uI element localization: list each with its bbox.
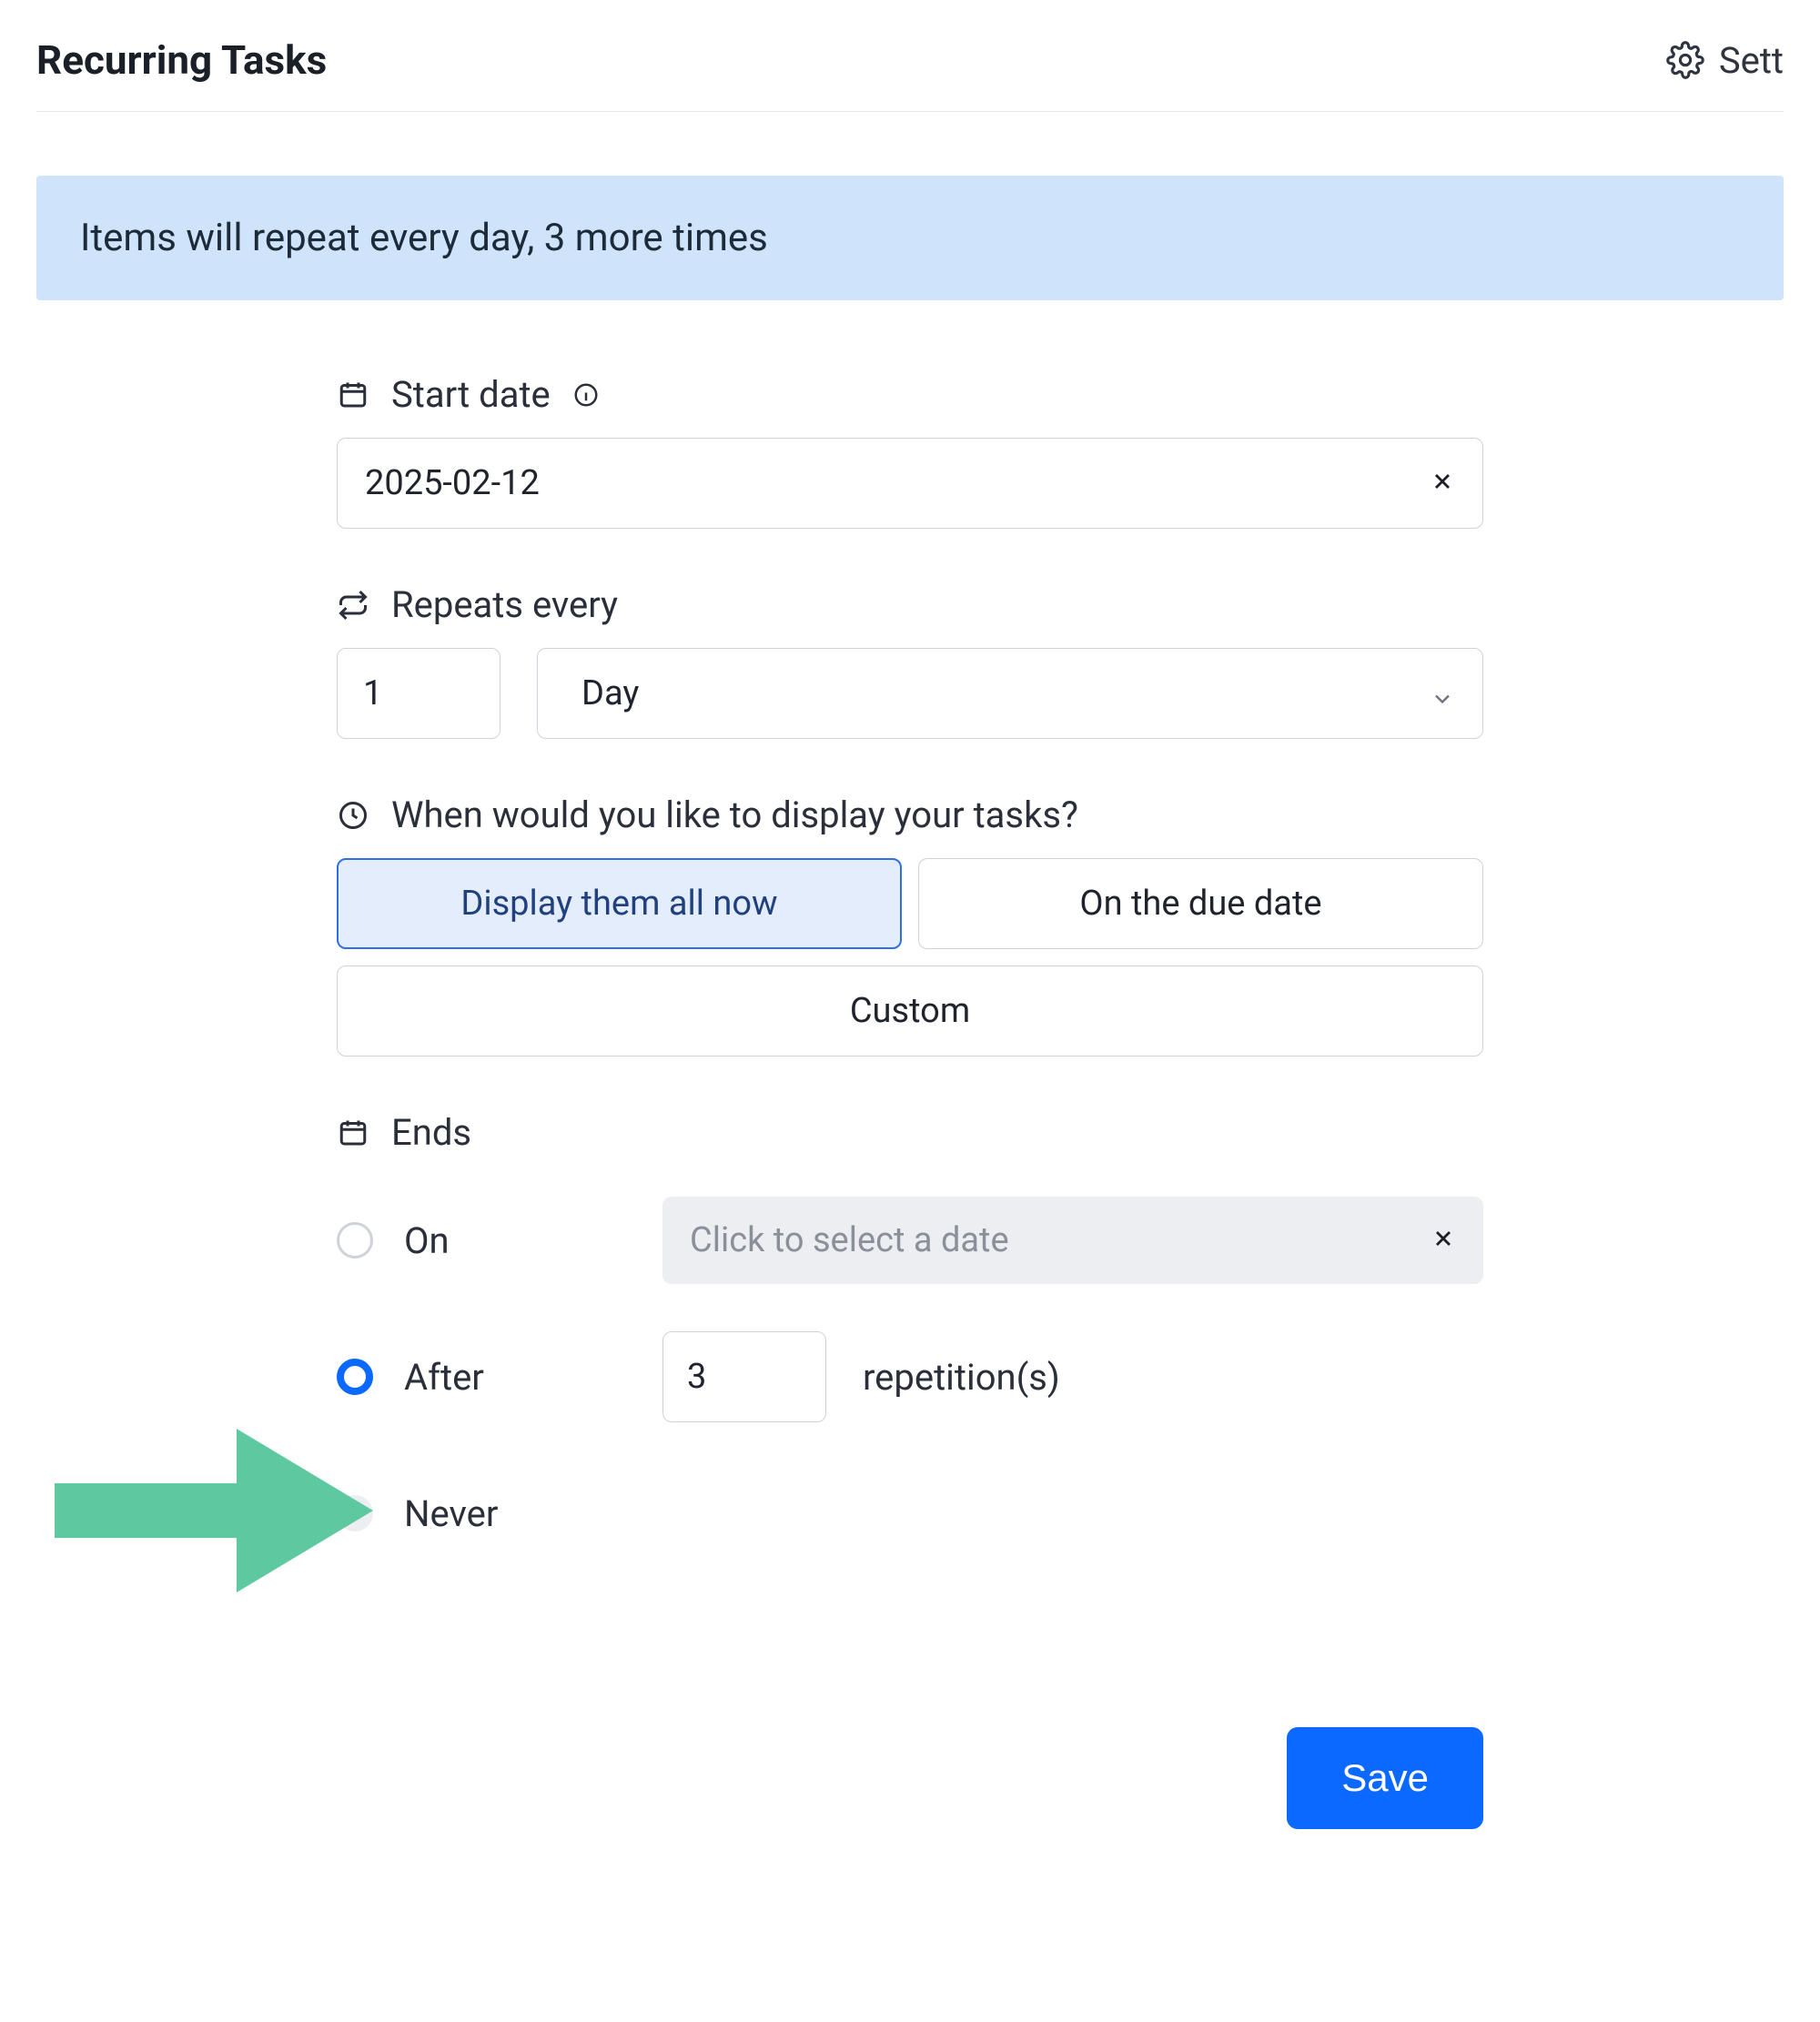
repeat-icon xyxy=(337,589,369,622)
start-date-label: Start date xyxy=(391,373,551,416)
ends-after-label: After xyxy=(404,1356,641,1399)
calendar-icon xyxy=(337,379,369,411)
display-label-row: When would you like to display your task… xyxy=(337,794,1483,836)
summary-banner: Items will repeat every day, 3 more time… xyxy=(36,176,1784,300)
display-option-due-date[interactable]: On the due date xyxy=(918,858,1483,949)
annotation-arrow xyxy=(55,1410,382,1614)
display-option-custom[interactable]: Custom xyxy=(337,966,1483,1056)
chevron-down-icon xyxy=(1430,681,1455,706)
ends-on-radio[interactable] xyxy=(337,1222,373,1259)
start-date-label-row: Start date xyxy=(337,373,1483,416)
save-button[interactable]: Save xyxy=(1287,1727,1483,1829)
clear-ends-date-button[interactable] xyxy=(1431,1221,1456,1259)
repeats-label-row: Repeats every xyxy=(337,583,1483,626)
repeat-count-value: 1 xyxy=(363,673,382,713)
start-date-input[interactable]: 2025-02-12 xyxy=(337,438,1483,529)
clock-icon xyxy=(337,799,369,832)
ends-on-label: On xyxy=(404,1219,641,1262)
page-title: Recurring Tasks xyxy=(36,36,327,84)
gear-icon xyxy=(1666,41,1704,79)
repeat-unit-value: Day xyxy=(581,673,639,713)
clear-start-date-button[interactable] xyxy=(1430,464,1455,502)
start-date-value: 2025-02-12 xyxy=(365,463,540,503)
info-icon[interactable] xyxy=(572,381,600,409)
repeat-count-input[interactable]: 1 xyxy=(337,648,500,739)
calendar-icon xyxy=(337,1117,369,1149)
ends-never-label: Never xyxy=(404,1492,641,1535)
ends-after-radio[interactable] xyxy=(337,1359,373,1395)
ends-on-date-input[interactable]: Click to select a date xyxy=(662,1197,1483,1284)
ends-on-placeholder: Click to select a date xyxy=(690,1220,1009,1260)
settings-link[interactable]: Sett xyxy=(1666,39,1784,82)
summary-text: Items will repeat every day, 3 more time… xyxy=(80,216,768,260)
header: Recurring Tasks Sett xyxy=(36,36,1784,112)
display-label: When would you like to display your task… xyxy=(391,794,1078,836)
ends-label: Ends xyxy=(391,1111,471,1154)
ends-after-count-input[interactable]: 3 xyxy=(662,1331,826,1422)
settings-label: Sett xyxy=(1719,39,1784,82)
repeat-unit-select[interactable]: Day xyxy=(537,648,1483,739)
repeats-label: Repeats every xyxy=(391,583,618,626)
display-option-all-now[interactable]: Display them all now xyxy=(337,858,902,949)
ends-after-value: 3 xyxy=(687,1357,706,1397)
ends-after-suffix: repetition(s) xyxy=(863,1356,1060,1399)
ends-label-row: Ends xyxy=(337,1111,1483,1154)
